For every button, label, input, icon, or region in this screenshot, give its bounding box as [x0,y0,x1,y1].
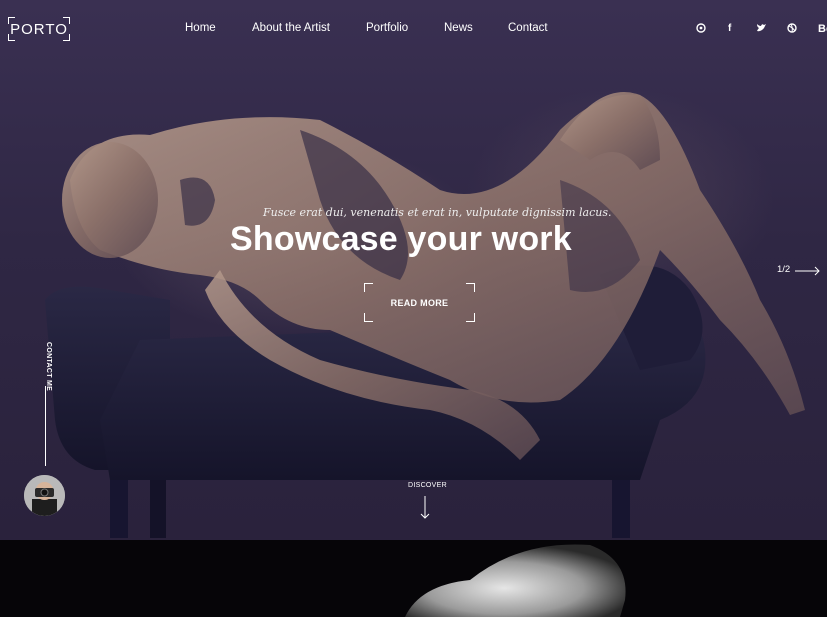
nav-item-portfolio[interactable]: Portfolio [366,22,408,34]
logo-corner [8,17,15,24]
brand-logo[interactable]: PORTO [8,17,70,41]
discover-label[interactable]: DISCOVER [408,482,447,489]
contact-me-label[interactable]: CONTACT ME [38,342,52,391]
next-slide-arrow-icon[interactable] [795,263,821,281]
facebook-icon[interactable]: f [728,23,731,35]
contact-divider [45,386,46,466]
hero-tagline: Fusce erat dui, venenatis et erat in, vu… [263,206,612,219]
nav-item-home[interactable]: Home [185,22,216,34]
header-cta-button[interactable]: Bo [818,23,827,35]
read-more-button[interactable]: READ MORE [364,283,475,322]
hero-photo [45,92,805,538]
slide-pager: 1/2 [777,264,791,275]
nav-item-news[interactable]: News [444,22,473,34]
arrow-down-icon[interactable] [420,496,430,525]
preview-photo [405,544,626,617]
logo-text: PORTO [10,20,68,38]
button-corner [364,283,373,292]
pinterest-icon[interactable] [696,23,706,37]
nav-item-contact[interactable]: Contact [508,22,548,34]
nav-item-about-the-artist[interactable]: About the Artist [252,22,330,34]
button-corner [466,283,475,292]
read-more-label: READ MORE [390,297,449,308]
avatar[interactable] [24,475,65,516]
dribbble-icon[interactable] [787,23,797,37]
logo-corner [63,34,70,41]
logo-corner [63,17,70,24]
button-corner [466,313,475,322]
logo-corner [8,34,15,41]
button-corner [364,313,373,322]
next-section-preview [0,540,827,617]
hero-headline: Showcase your work [230,220,572,258]
hero-section [0,0,827,540]
twitter-icon[interactable] [756,23,767,37]
